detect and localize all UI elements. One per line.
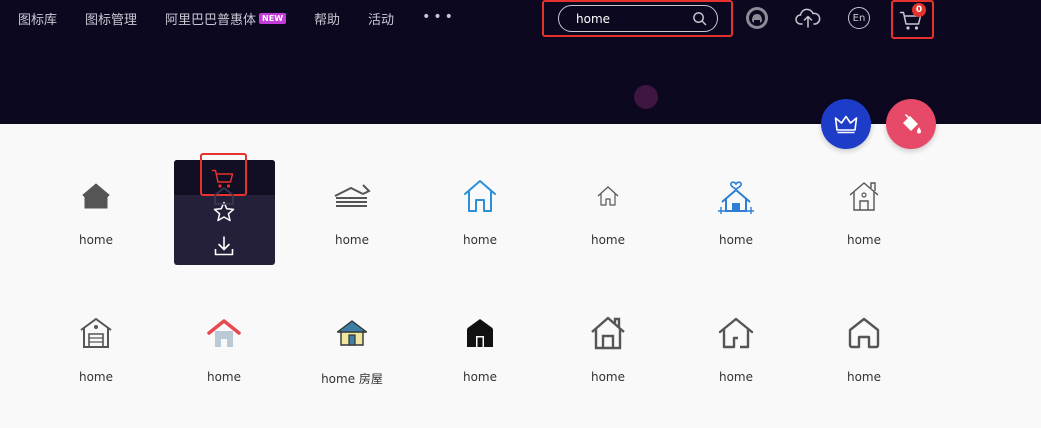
loading-dot [634,85,658,109]
icon-name: home [334,233,370,247]
language-label: En [848,7,870,29]
house-solid-gray-icon [32,176,160,216]
nav-label: 帮助 [314,12,341,28]
icon-name: home [718,370,754,384]
theme-paint-button[interactable] [886,99,936,149]
icon-card[interactable]: home [544,158,672,266]
icon-name: home [590,233,626,247]
icon-name: home [462,370,498,384]
nav-label: 阿里巴巴普惠体 [165,12,257,28]
icon-card[interactable]: home [672,158,800,266]
house-black-solid-icon [416,313,544,353]
icon-card[interactable]: home [32,158,160,266]
house-outline-blue-icon [416,176,544,216]
house-lined-roof-icon [288,176,416,216]
house-outline-bold-icon [544,313,672,353]
house-color-yellow-icon [288,313,416,353]
language-en-icon[interactable]: En [846,5,872,31]
house-hovered-icon [160,176,288,216]
icon-name: home [78,370,114,384]
icon-name: home [78,233,114,247]
vip-crown-button[interactable] [821,99,871,149]
icon-card[interactable]: home [288,158,416,266]
house-heart-blue-icon [672,176,800,216]
icon-name: home [846,233,882,247]
main-nav: 图标库 图标管理 阿里巴巴普惠体 NEW 帮助 活动 ••• [18,0,484,36]
icon-card[interactable] [160,158,288,266]
search-icon[interactable] [692,11,707,26]
github-icon[interactable] [744,5,770,31]
search-box [558,5,718,32]
house-outline-offset-icon [672,313,800,353]
icon-card[interactable]: home [672,295,800,403]
nav-alibaba-font[interactable]: 阿里巴巴普惠体 NEW [165,9,287,28]
icon-card[interactable]: home [800,295,928,403]
house-red-roof-icon [160,313,288,353]
crown-icon [834,115,858,134]
nav-activity[interactable]: 活动 [368,9,394,28]
house-chimney-outline-icon [800,176,928,216]
upload-cloud-icon[interactable] [795,5,821,31]
icon-name: home [462,233,498,247]
nav-label: 图标库 [18,12,58,28]
icon-name: home [206,370,242,384]
house-garage-icon [32,313,160,353]
nav-help[interactable]: 帮助 [314,9,340,28]
icon-name: home [718,233,754,247]
nav-label: 图标管理 [85,12,138,28]
icon-card[interactable]: home [416,158,544,266]
icon-name: home [846,370,882,384]
house-outline-rounded-icon [800,313,928,353]
icon-card[interactable]: home [544,295,672,403]
icon-name: home [590,370,626,384]
house-thin-outline-icon [544,176,672,216]
nav-icon-management[interactable]: 图标管理 [85,9,137,28]
header-bar: 图标库 图标管理 阿里巴巴普惠体NEW 帮助 活动 ••• En 0 [0,0,1041,124]
search-input[interactable] [576,11,686,26]
icon-name: home 房屋 [321,372,383,386]
cart-count-badge: 0 [912,3,926,17]
icon-card[interactable]: home [416,295,544,403]
nav-label: 活动 [368,12,395,28]
icon-card[interactable]: home [160,295,288,403]
icon-card[interactable]: home [800,158,928,266]
more-menu-icon[interactable]: ••• [422,9,456,25]
paint-bucket-icon [903,114,921,134]
nav-icon-library[interactable]: 图标库 [18,9,57,28]
icon-card[interactable]: home [32,295,160,403]
new-badge: NEW [259,12,287,24]
icon-card[interactable]: home 房屋 [288,295,416,403]
